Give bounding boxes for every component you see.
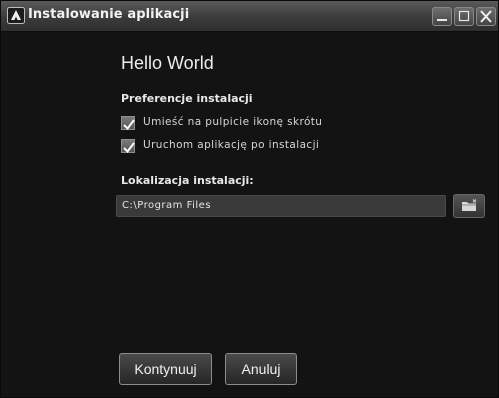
installer-window: Instalowanie aplikacji Hello World Prefe… [0,0,499,398]
title-bar[interactable]: Instalowanie aplikacji [1,1,498,32]
install-location-value: C:\Program Files [122,200,212,211]
browse-folder-button[interactable] [453,194,485,218]
continue-button[interactable]: Kontynuuj [119,353,212,385]
minimize-icon [437,19,447,21]
launch-after-install-checkbox[interactable] [121,139,135,154]
desktop-shortcut-label: Umieść na pulpicie ikonę skrótu [143,116,323,128]
launch-after-install-label: Uruchom aplikację po instalacji [143,139,320,151]
minimize-button[interactable] [432,7,452,26]
preferences-heading: Preferencje instalacji [121,92,253,105]
checkmark-icon [123,142,135,154]
checkmark-icon [123,119,135,131]
close-button[interactable] [476,7,496,26]
install-location-field[interactable]: C:\Program Files [116,195,446,217]
maximize-icon [458,10,470,22]
app-name-heading: Hello World [121,53,214,73]
close-icon [480,10,492,23]
air-install-icon [7,7,25,24]
install-location-heading: Lokalizacja instalacji: [121,174,254,187]
window-title: Instalowanie aplikacji [28,7,190,22]
cancel-button[interactable]: Anuluj [225,353,297,385]
desktop-shortcut-checkbox[interactable] [121,116,135,131]
maximize-button[interactable] [454,7,474,26]
folder-icon [462,199,477,211]
